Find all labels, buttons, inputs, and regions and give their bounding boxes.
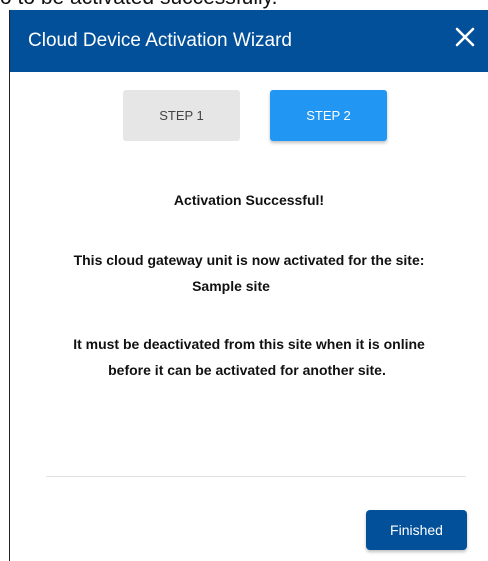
site-name: Sample site [192,278,270,294]
close-icon[interactable] [452,24,478,50]
page: o to be activated successfully. Cloud De… [0,0,488,561]
finished-button[interactable]: Finished [366,510,467,550]
background-text: o to be activated successfully. [0,0,277,10]
step-2-tab[interactable]: STEP 2 [270,90,387,141]
activation-wizard-dialog: Cloud Device Activation Wizard STEP 1 ST… [9,10,488,561]
activation-message-line: This cloud gateway unit is now activated… [73,252,425,268]
wizard-steps: STEP 1 STEP 2 [10,90,488,142]
dialog-header: Cloud Device Activation Wizard [10,10,488,72]
activation-status-title: Activation Successful! [173,192,325,208]
step-1-tab[interactable]: STEP 1 [123,90,240,141]
footer-divider [46,476,466,477]
dialog-title: Cloud Device Activation Wizard [28,30,292,51]
deactivation-notice-line: before it can be activated for another s… [108,362,386,378]
deactivation-notice-line: It must be deactivated from this site wh… [73,336,425,352]
